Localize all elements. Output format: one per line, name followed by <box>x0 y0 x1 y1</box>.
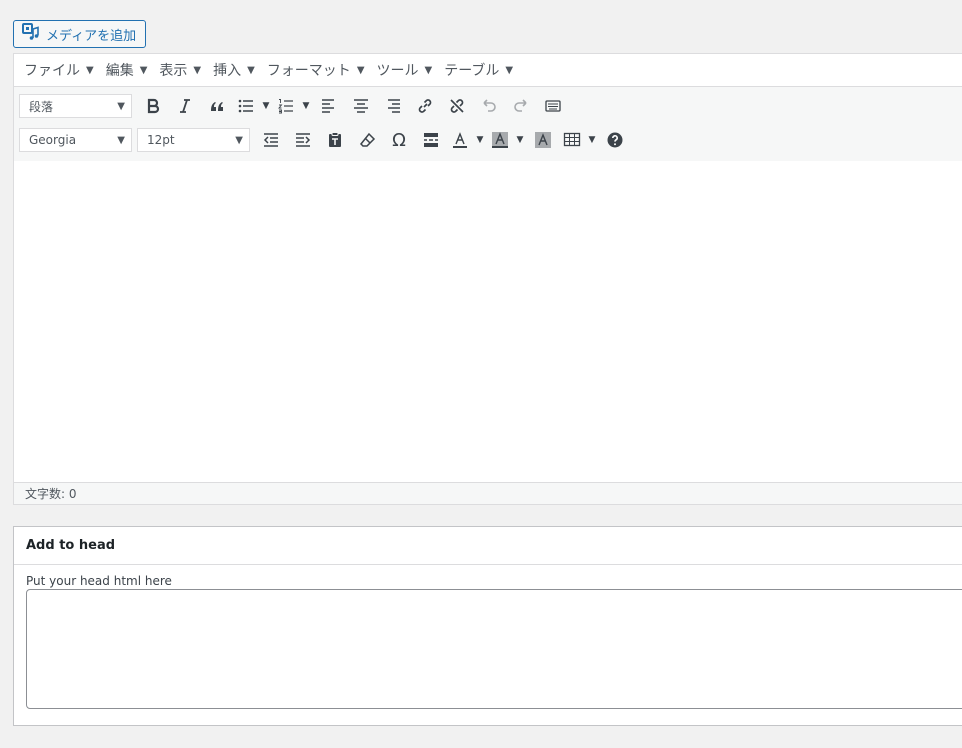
numbered-list-button[interactable] <box>273 93 299 119</box>
align-center-button[interactable] <box>345 93 377 119</box>
caret-down-icon: ▼ <box>117 100 125 112</box>
undo-button[interactable] <box>473 93 505 119</box>
metabox-title: Add to head <box>14 527 962 565</box>
blockquote-button[interactable] <box>201 93 233 119</box>
caret-down-icon[interactable]: ▼ <box>513 135 527 145</box>
menu-format[interactable]: フォーマット ▼ <box>261 60 371 80</box>
caret-down-icon[interactable]: ▼ <box>585 135 599 145</box>
menu-insert[interactable]: 挿入 ▼ <box>207 60 261 80</box>
menu-view[interactable]: 表示 ▼ <box>153 60 207 80</box>
help-icon[interactable] <box>599 127 631 153</box>
format-select[interactable]: 段落 ▼ <box>19 94 132 118</box>
keyboard-shortcuts-icon[interactable] <box>537 93 569 119</box>
font-family-select[interactable]: Georgia ▼ <box>19 128 132 152</box>
text-color-split: ▼ <box>447 127 487 153</box>
redo-button[interactable] <box>505 93 537 119</box>
outdent-button[interactable] <box>255 127 287 153</box>
bullet-list-button[interactable] <box>233 93 259 119</box>
rich-text-editor: ファイル ▼ 編集 ▼ 表示 ▼ 挿入 ▼ フォーマット ▼ ツール ▼ テーブル ▼ 段落 ▼… <box>13 53 962 505</box>
insert-link-button[interactable] <box>409 93 441 119</box>
menu-table[interactable]: テーブル ▼ <box>438 60 519 80</box>
editor-menubar: ファイル ▼ 編集 ▼ 表示 ▼ 挿入 ▼ フォーマット ▼ ツール ▼ テーブル ▼ <box>14 54 962 87</box>
table-split: ▼ <box>559 127 599 153</box>
font-size-select[interactable]: 12pt ▼ <box>137 128 250 152</box>
bullet-list-split: ▼ <box>233 93 273 119</box>
caret-down-icon: ▼ <box>193 64 202 76</box>
menu-file[interactable]: ファイル ▼ <box>18 60 100 80</box>
caret-down-icon: ▼ <box>235 134 243 146</box>
add-media-label: メディアを追加 <box>46 28 137 44</box>
caret-down-icon: ▼ <box>505 64 514 76</box>
table-icon[interactable] <box>559 127 585 153</box>
read-more-tag-icon[interactable] <box>415 127 447 153</box>
caret-down-icon: ▼ <box>86 64 94 76</box>
italic-button[interactable] <box>169 93 201 119</box>
head-html-label: Put your head html here <box>26 574 172 588</box>
background-color-icon[interactable] <box>487 127 513 153</box>
word-count-status: 文字数: 0 <box>14 482 962 504</box>
menu-tools[interactable]: ツール ▼ <box>371 60 439 80</box>
caret-down-icon: ▼ <box>356 64 365 76</box>
toolbar-row-2: Georgia ▼ 12pt ▼ Ω ▼ ▼ ▼ <box>19 127 631 153</box>
editor-toolbars: 段落 ▼ ▼ ▼ Georgia ▼ 12pt ▼ Ω ▼ ▼ ▼ <box>14 87 962 162</box>
menu-edit[interactable]: 編集 ▼ <box>100 60 154 80</box>
indent-button[interactable] <box>287 127 319 153</box>
caret-down-icon: ▼ <box>117 134 125 146</box>
align-right-button[interactable] <box>377 93 409 119</box>
add-to-head-metabox: Add to head Put your head html here <box>13 526 962 726</box>
clear-formatting-eraser-icon[interactable] <box>351 127 383 153</box>
caret-down-icon: ▼ <box>424 64 433 76</box>
numbered-list-split: ▼ <box>273 93 313 119</box>
background-color-split: ▼ <box>487 127 527 153</box>
editor-content-area[interactable] <box>14 161 962 483</box>
caret-down-icon[interactable]: ▼ <box>473 135 487 145</box>
paste-text-icon[interactable] <box>319 127 351 153</box>
add-media-button[interactable]: メディアを追加 <box>13 20 146 48</box>
head-html-textarea[interactable] <box>26 589 962 709</box>
caret-down-icon[interactable]: ▼ <box>259 101 273 111</box>
align-left-button[interactable] <box>313 93 345 119</box>
unlink-button[interactable] <box>441 93 473 119</box>
media-icon <box>22 23 40 45</box>
caret-down-icon: ▼ <box>247 64 255 76</box>
caret-down-icon: ▼ <box>139 64 148 76</box>
caret-down-icon[interactable]: ▼ <box>299 101 313 111</box>
text-color-icon[interactable] <box>447 127 473 153</box>
toolbar-row-1: 段落 ▼ ▼ ▼ <box>19 93 569 119</box>
highlight-icon[interactable] <box>527 127 559 153</box>
bold-button[interactable] <box>137 93 169 119</box>
special-character-omega-icon[interactable]: Ω <box>383 127 415 153</box>
